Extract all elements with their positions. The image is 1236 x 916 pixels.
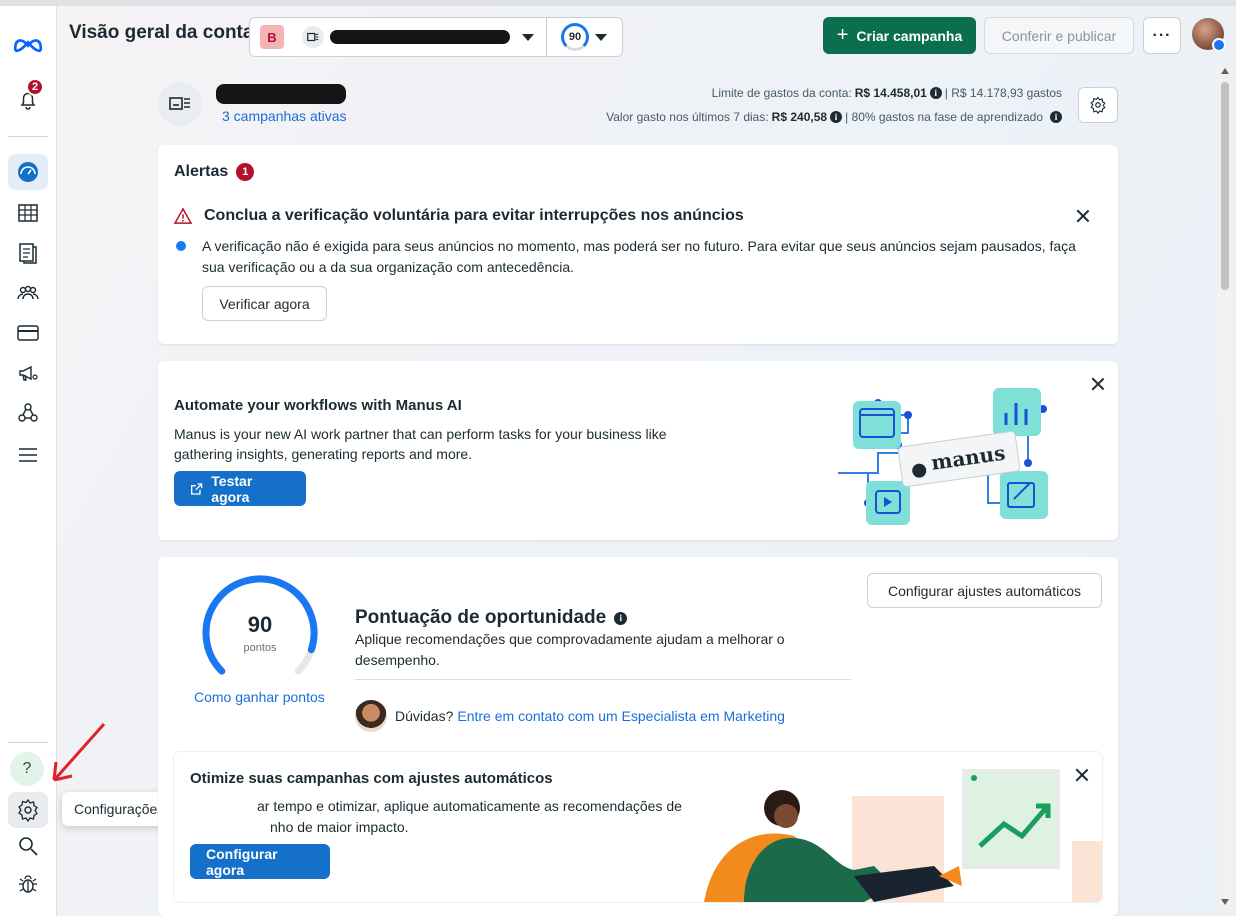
people-icon bbox=[17, 285, 39, 300]
bug-icon bbox=[19, 875, 37, 893]
alerts-count-badge: 1 bbox=[236, 163, 255, 181]
gauge-icon bbox=[18, 162, 38, 182]
scroll-down-icon[interactable] bbox=[1221, 899, 1229, 905]
opportunity-description: Aplique recomendações que comprovadament… bbox=[355, 631, 785, 668]
expert-contact-row: Dúvidas? Entre em contato com um Especia… bbox=[355, 700, 785, 732]
promo-title: Automate your workflows with Manus AI bbox=[174, 397, 462, 414]
create-campaign-label: Criar campanha bbox=[856, 27, 963, 44]
business-settings-button[interactable] bbox=[8, 792, 48, 828]
ad-account-avatar bbox=[158, 82, 202, 126]
report-bug-button[interactable] bbox=[8, 866, 48, 902]
expert-avatar bbox=[355, 700, 387, 732]
info-icon[interactable]: i bbox=[929, 87, 942, 99]
create-campaign-button[interactable]: + Criar campanha bbox=[823, 17, 976, 54]
try-now-button[interactable]: Testar agora bbox=[174, 471, 306, 506]
manus-promo-card: Automate your workflows with Manus AI Ma… bbox=[158, 361, 1118, 540]
optimize-campaigns-card: Otimize suas campanhas com ajustes autom… bbox=[174, 752, 1102, 902]
scroll-up-icon[interactable] bbox=[1221, 68, 1229, 74]
account-settings-button[interactable] bbox=[1078, 87, 1118, 123]
redacted-account-name bbox=[330, 30, 510, 44]
hamburger-menu-icon bbox=[19, 448, 37, 462]
facebook-badge-icon bbox=[1212, 38, 1226, 52]
warning-icon bbox=[174, 208, 192, 224]
alerts-heading: Alertas 1 bbox=[174, 163, 255, 181]
spend-7days-line: Valor gasto nos últimos 7 dias: R$ 240,5… bbox=[606, 110, 1062, 124]
unread-dot bbox=[176, 241, 186, 251]
account-selector[interactable]: B bbox=[249, 17, 547, 57]
account-badge: B bbox=[260, 25, 284, 49]
chevron-down-icon bbox=[595, 33, 607, 41]
how-to-earn-points-link[interactable]: Como ganhar pontos bbox=[194, 689, 325, 705]
sidebar-item-billing[interactable] bbox=[8, 315, 48, 351]
network-icon bbox=[18, 403, 38, 422]
search-button[interactable] bbox=[8, 828, 48, 864]
sidebar-item-ads-manager[interactable] bbox=[8, 355, 48, 391]
alerts-card: Alertas 1 Conclua a verificação voluntár… bbox=[158, 145, 1118, 344]
notifications-button[interactable]: 2 bbox=[8, 78, 48, 118]
notification-badge: 2 bbox=[26, 78, 44, 96]
sidebar-item-audiences[interactable] bbox=[8, 275, 48, 311]
manus-illustration: manus bbox=[838, 388, 1048, 525]
sidebar-item-pages[interactable] bbox=[8, 235, 48, 271]
opportunity-score-value: 90 bbox=[247, 612, 273, 637]
ad-account-icon bbox=[169, 97, 190, 110]
more-options-button[interactable]: ··· bbox=[1143, 17, 1181, 54]
close-promo-button[interactable] bbox=[1090, 376, 1106, 392]
ad-account-icon bbox=[302, 26, 324, 48]
plus-icon: + bbox=[836, 24, 849, 46]
gear-icon bbox=[1090, 96, 1106, 114]
scrollbar-thumb[interactable] bbox=[1221, 82, 1229, 290]
optimize-illustration bbox=[704, 769, 1102, 902]
gear-icon bbox=[18, 798, 38, 822]
help-button[interactable]: ? bbox=[10, 752, 44, 786]
opportunity-score-selector[interactable]: 90 bbox=[547, 17, 623, 57]
red-arrow-annotation bbox=[52, 723, 106, 782]
documents-icon bbox=[19, 243, 37, 264]
active-campaigns-link[interactable]: 3 campanhas ativas bbox=[222, 108, 347, 124]
close-alert-button[interactable] bbox=[1075, 208, 1091, 224]
optimize-title: Otimize suas campanhas com ajustes autom… bbox=[190, 770, 553, 787]
spend-limit-line: Limite de gastos da conta: R$ 14.458,01 … bbox=[711, 86, 1062, 100]
info-icon[interactable]: i bbox=[830, 111, 843, 123]
opportunity-title: Pontuação de oportunidade i bbox=[355, 607, 628, 629]
info-icon[interactable]: i bbox=[614, 611, 628, 625]
promo-body: Manus is your new AI work partner that c… bbox=[174, 426, 667, 462]
sidebar-item-menu[interactable] bbox=[8, 437, 48, 473]
configure-auto-adjustments-button[interactable]: Configurar ajustes automáticos bbox=[867, 573, 1102, 608]
meta-logo-icon bbox=[13, 39, 43, 53]
score-unit-label: pontos bbox=[243, 642, 277, 654]
redacted-account-title bbox=[216, 84, 346, 104]
credit-card-icon bbox=[17, 325, 39, 341]
review-publish-button[interactable]: Conferir e publicar bbox=[984, 17, 1134, 54]
mini-score-gauge: 90 bbox=[561, 23, 589, 51]
divider bbox=[355, 679, 851, 680]
configure-now-button[interactable]: Configurar agora bbox=[190, 844, 330, 879]
page-title: Visão geral da conta bbox=[69, 22, 254, 43]
sidebar-item-campaigns[interactable] bbox=[8, 195, 48, 231]
window-frame bbox=[0, 0, 1236, 6]
sidebar-divider bbox=[8, 136, 48, 137]
sidebar-item-events[interactable] bbox=[8, 395, 48, 431]
sidebar-item-overview[interactable] bbox=[8, 154, 48, 190]
contact-expert-link[interactable]: Entre em contato com um Especialista em … bbox=[457, 708, 785, 724]
optimize-body: ar tempo e otimizar, aplique automaticam… bbox=[257, 798, 682, 835]
meta-logo[interactable] bbox=[8, 26, 48, 62]
megaphone-icon bbox=[19, 365, 38, 381]
search-icon bbox=[19, 837, 38, 856]
verify-now-button[interactable]: Verificar agora bbox=[202, 286, 327, 321]
info-icon[interactable]: i bbox=[1050, 111, 1062, 123]
external-link-icon bbox=[190, 482, 203, 495]
alert-body: A verificação não é exigida para seus an… bbox=[202, 238, 1076, 275]
spend-limit-value: R$ 14.458,01 bbox=[854, 86, 927, 100]
scrollbar[interactable] bbox=[1218, 64, 1232, 909]
spend-7days-value: R$ 240,58 bbox=[771, 110, 828, 124]
question-icon: ? bbox=[22, 760, 32, 777]
chevron-down-icon bbox=[522, 33, 534, 41]
table-icon bbox=[18, 204, 38, 222]
alert-heading: Conclua a verificação voluntária para ev… bbox=[174, 207, 744, 225]
